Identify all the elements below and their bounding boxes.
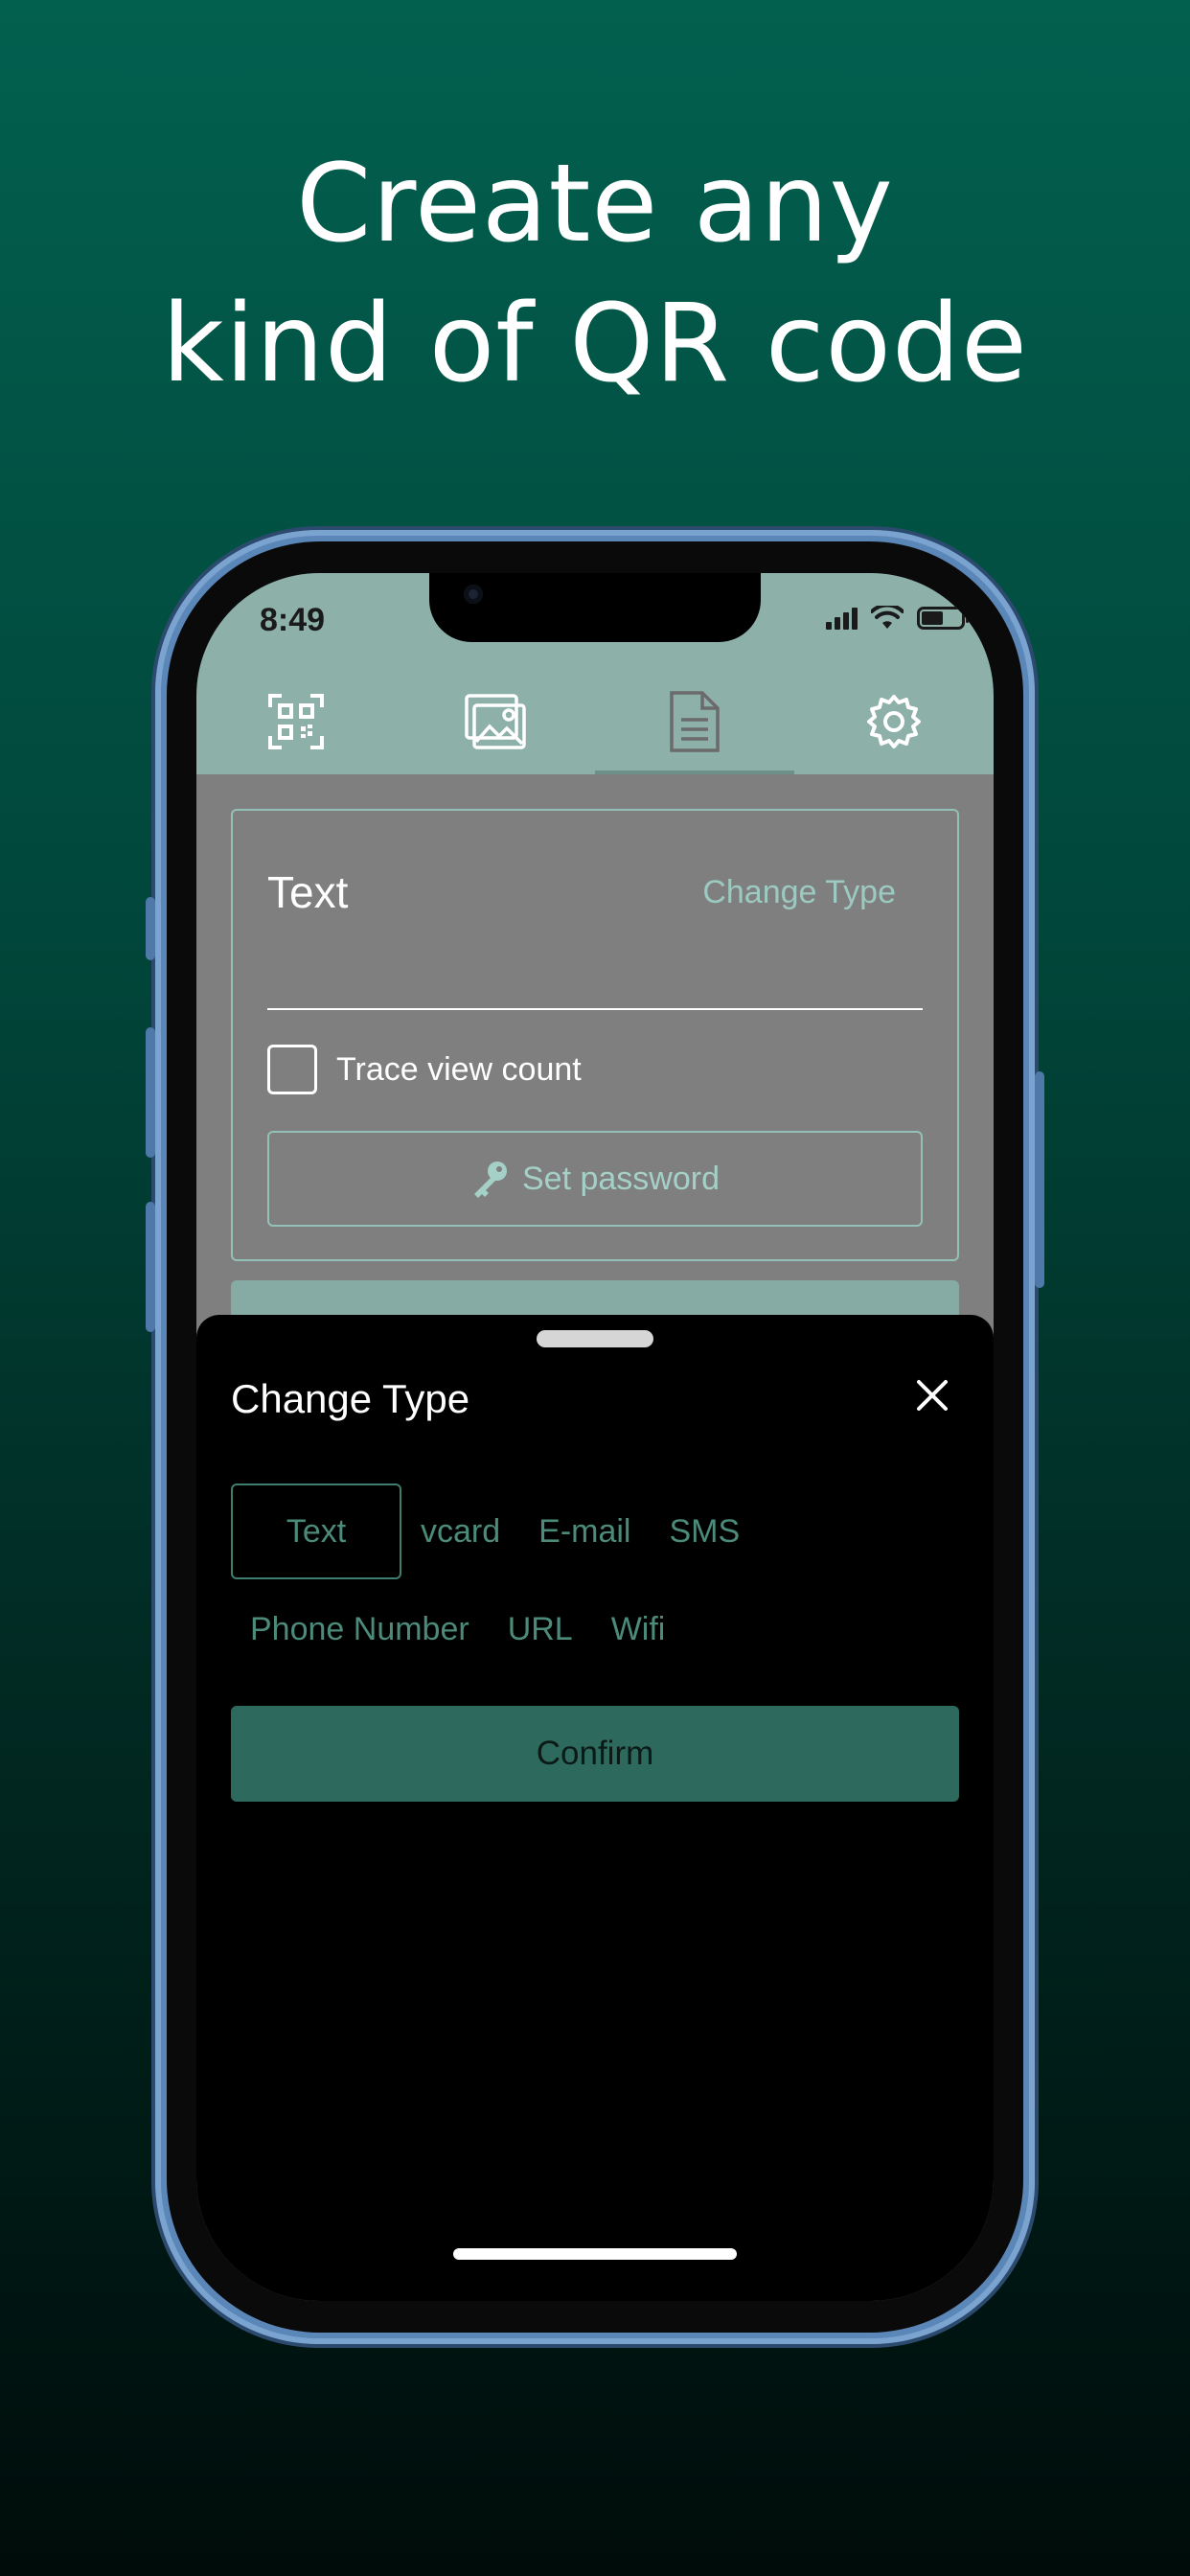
type-option-url[interactable]: URL bbox=[489, 1581, 592, 1677]
tab-scan[interactable] bbox=[196, 669, 396, 774]
document-icon bbox=[670, 691, 720, 752]
app-header: 8:49 bbox=[196, 573, 994, 774]
type-option-wifi[interactable]: Wifi bbox=[592, 1581, 685, 1677]
tab-image[interactable] bbox=[396, 669, 595, 774]
notch bbox=[429, 573, 761, 642]
text-input-underline[interactable] bbox=[267, 1008, 923, 1010]
trace-view-count-checkbox[interactable] bbox=[267, 1045, 317, 1094]
qr-scan-icon bbox=[268, 694, 324, 749]
phone-mute-switch bbox=[146, 897, 155, 960]
sheet-grabber[interactable] bbox=[537, 1330, 653, 1347]
generate-button-peek bbox=[231, 1280, 959, 1319]
trace-view-count-row[interactable]: Trace view count bbox=[267, 1045, 582, 1094]
confirm-button[interactable]: Confirm bbox=[231, 1706, 959, 1802]
phone-screen: 8:49 Text Change Type Trace view count S… bbox=[196, 573, 994, 2301]
headline: Create any kind of QR code bbox=[0, 134, 1190, 414]
front-camera bbox=[464, 585, 483, 604]
status-icons bbox=[826, 606, 969, 631]
phone-volume-up bbox=[146, 1027, 155, 1158]
type-option-text[interactable]: Text bbox=[231, 1484, 401, 1579]
phone-volume-down bbox=[146, 1202, 155, 1332]
cellular-signal-icon bbox=[826, 607, 858, 630]
headline-line-2: kind of QR code bbox=[162, 282, 1028, 406]
type-option-vcard[interactable]: vcard bbox=[401, 1484, 519, 1579]
tab-create[interactable] bbox=[595, 669, 794, 774]
type-options-row-1: Text vcard E-mail SMS bbox=[231, 1484, 959, 1579]
change-type-link[interactable]: Change Type bbox=[702, 874, 896, 911]
key-icon bbox=[474, 1162, 507, 1198]
type-option-phone-number[interactable]: Phone Number bbox=[231, 1581, 489, 1677]
status-time: 8:49 bbox=[260, 602, 326, 638]
headline-line-1: Create any bbox=[296, 142, 894, 266]
phone-power-button bbox=[1035, 1071, 1044, 1288]
set-password-label: Set password bbox=[522, 1160, 720, 1197]
type-options-row-2: Phone Number URL Wifi bbox=[231, 1581, 959, 1677]
trace-view-count-label: Trace view count bbox=[336, 1050, 582, 1088]
wifi-icon bbox=[871, 606, 904, 629]
tab-settings[interactable] bbox=[794, 669, 994, 774]
content-card: Text Change Type Trace view count Set pa… bbox=[231, 809, 959, 1261]
battery-icon bbox=[917, 607, 969, 630]
change-type-sheet: Change Type Text vcard E-mail SMS Phone … bbox=[196, 1315, 994, 2301]
gear-icon bbox=[867, 695, 921, 748]
type-option-sms[interactable]: SMS bbox=[650, 1484, 759, 1579]
type-option-email[interactable]: E-mail bbox=[519, 1484, 650, 1579]
image-icon bbox=[465, 694, 526, 749]
close-icon[interactable] bbox=[905, 1368, 959, 1422]
tab-bar bbox=[196, 669, 994, 774]
sheet-title: Change Type bbox=[231, 1376, 470, 1421]
type-options: Text vcard E-mail SMS Phone Number URL W… bbox=[231, 1484, 959, 1679]
home-indicator[interactable] bbox=[453, 2248, 737, 2260]
set-password-button[interactable]: Set password bbox=[267, 1131, 923, 1227]
type-title: Text bbox=[267, 867, 349, 917]
